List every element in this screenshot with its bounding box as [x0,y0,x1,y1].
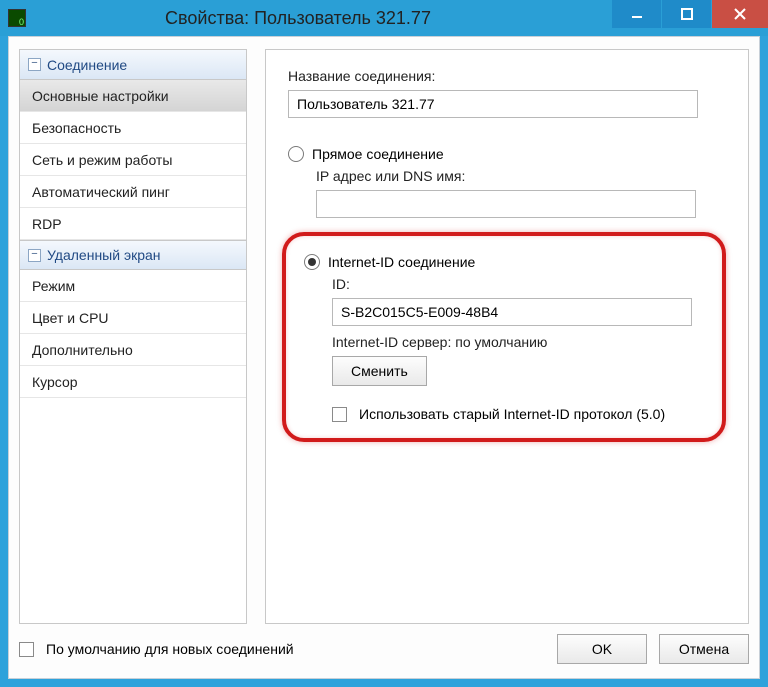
sidebar: − Соединение Основные настройки Безопасн… [19,49,247,624]
id-label: ID: [332,276,704,292]
internet-id-radio[interactable] [304,254,320,270]
sidebar-item-mode[interactable]: Режим [20,270,246,302]
expander-icon[interactable]: − [28,249,41,262]
minimize-button[interactable] [612,0,662,28]
close-icon [733,7,747,21]
internet-id-radio-row[interactable]: Internet-ID соединение [304,254,704,270]
sidebar-group-label: Удаленный экран [47,247,161,263]
sidebar-item-auto-ping[interactable]: Автоматический пинг [20,176,246,208]
sidebar-item-cursor[interactable]: Курсор [20,366,246,398]
server-label: Internet-ID сервер: по умолчанию [332,334,704,350]
internet-id-highlight: Internet-ID соединение ID: Internet-ID с… [282,232,726,442]
app-icon [8,9,26,27]
ip-dns-label: IP адрес или DNS имя: [316,168,726,184]
default-new-connections-label: По умолчанию для новых соединений [46,641,294,657]
connection-name-label: Название соединения: [288,68,726,84]
sidebar-item-security[interactable]: Безопасность [20,112,246,144]
ok-button[interactable]: OK [557,634,647,664]
close-button[interactable] [712,0,768,28]
sidebar-item-color-cpu[interactable]: Цвет и CPU [20,302,246,334]
internet-id-label: Internet-ID соединение [328,254,475,270]
window-controls [612,0,768,28]
connection-name-input[interactable] [288,90,698,118]
id-input[interactable] [332,298,692,326]
old-protocol-label: Использовать старый Internet-ID протокол… [359,406,665,422]
cancel-button[interactable]: Отмена [659,634,749,664]
maximize-icon [681,8,693,20]
main-layout: − Соединение Основные настройки Безопасн… [19,49,749,624]
direct-connection-radio-row[interactable]: Прямое соединение [288,146,726,162]
change-server-button[interactable]: Сменить [332,356,427,386]
sidebar-item-basic-settings[interactable]: Основные настройки [20,80,246,112]
old-protocol-checkbox[interactable] [332,407,347,422]
sidebar-item-rdp[interactable]: RDP [20,208,246,240]
expander-icon[interactable]: − [28,58,41,71]
maximize-button[interactable] [662,0,712,28]
minimize-icon [631,8,643,20]
sidebar-item-network-mode[interactable]: Сеть и режим работы [20,144,246,176]
footer: По умолчанию для новых соединений OK Отм… [19,632,749,666]
ip-dns-input[interactable] [316,190,696,218]
default-new-connections-checkbox[interactable] [19,642,34,657]
sidebar-group-connection[interactable]: − Соединение [20,50,246,80]
sidebar-item-additional[interactable]: Дополнительно [20,334,246,366]
titlebar: Свойства: Пользователь 321.77 [0,0,768,36]
direct-connection-radio[interactable] [288,146,304,162]
content-panel: Название соединения: Прямое соединение I… [265,49,749,624]
old-protocol-row[interactable]: Использовать старый Internet-ID протокол… [332,406,704,422]
client-area: − Соединение Основные настройки Безопасн… [8,36,760,679]
direct-connection-label: Прямое соединение [312,146,444,162]
window-title: Свойства: Пользователь 321.77 [34,8,612,29]
sidebar-group-label: Соединение [47,57,127,73]
sidebar-group-remote-screen[interactable]: − Удаленный экран [20,240,246,270]
default-new-connections-row[interactable]: По умолчанию для новых соединений [19,641,294,657]
